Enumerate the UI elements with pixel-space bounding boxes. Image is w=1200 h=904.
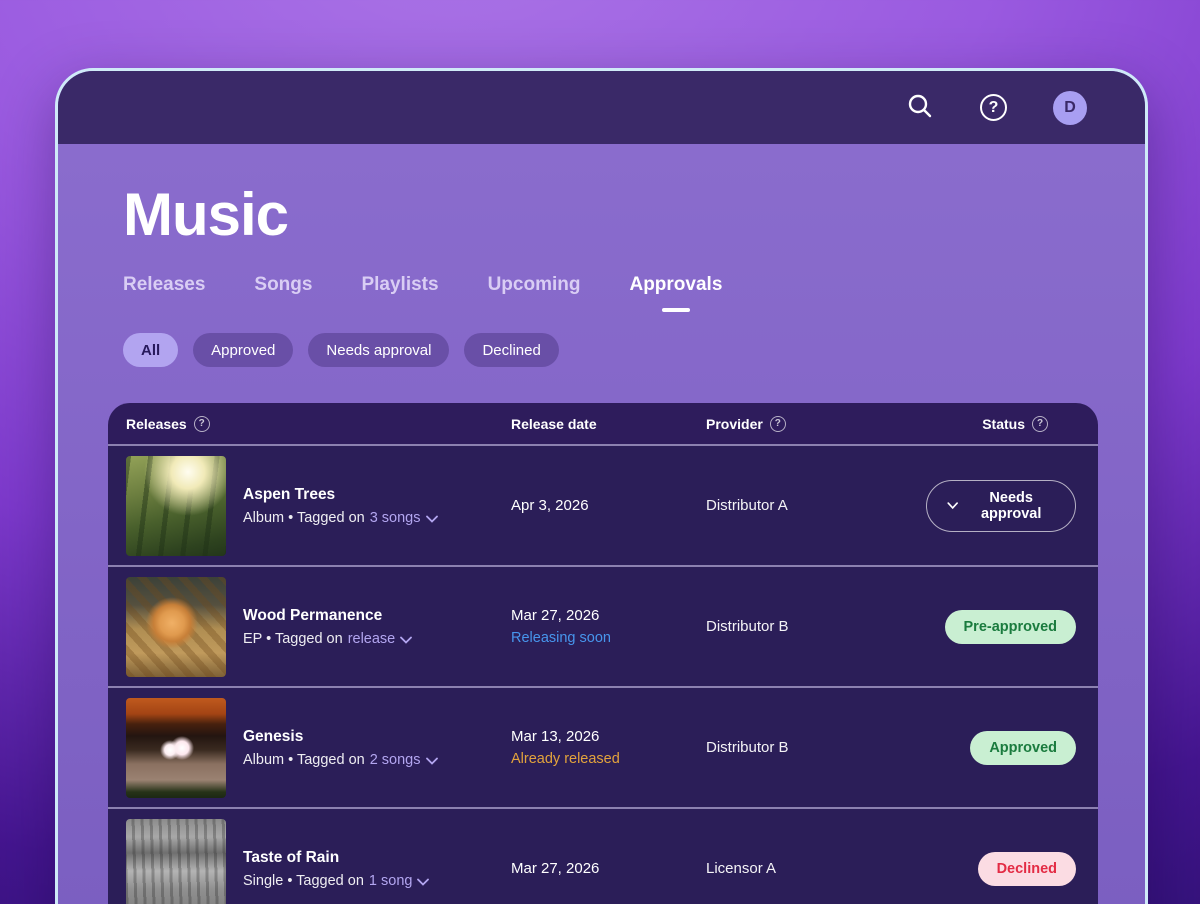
table-row: Taste of Rain Single • Tagged on 1 song … xyxy=(108,807,1098,904)
tab-upcoming[interactable]: Upcoming xyxy=(488,274,581,312)
filter-chip-approved[interactable]: Approved xyxy=(193,333,293,367)
release-subtitle: Single • Tagged on 1 song xyxy=(243,873,429,889)
release-date: Mar 27, 2026 xyxy=(511,860,706,877)
release-type: Album • Tagged on xyxy=(243,510,365,526)
release-artwork xyxy=(126,698,226,798)
app-window: ? D Music Releases Songs Playlists Upcom… xyxy=(55,68,1148,904)
chevron-down-icon xyxy=(426,757,438,765)
chevron-down-icon xyxy=(947,501,958,510)
provider-name: Distributor A xyxy=(706,497,926,514)
release-date: Mar 13, 2026 xyxy=(511,728,706,745)
releases-help-icon[interactable]: ? xyxy=(194,416,210,432)
filter-chip-all[interactable]: All xyxy=(123,333,178,367)
table-row: Wood Permanence EP • Tagged on release M… xyxy=(108,565,1098,686)
release-cell: Genesis Album • Tagged on 2 songs xyxy=(126,698,511,798)
search-button[interactable] xyxy=(906,92,934,123)
user-avatar[interactable]: D xyxy=(1053,91,1087,125)
tab-bar: Releases Songs Playlists Upcoming Approv… xyxy=(123,274,1097,312)
table-row: Aspen Trees Album • Tagged on 3 songs Ap… xyxy=(108,444,1098,565)
release-date-note: Releasing soon xyxy=(511,630,706,646)
page-title: Music xyxy=(123,182,1097,248)
chevron-down-icon xyxy=(400,636,412,644)
status-cell: Approved xyxy=(970,731,1076,765)
release-date-cell: Mar 27, 2026 xyxy=(511,860,706,877)
status-cell: Needs approval xyxy=(926,480,1076,532)
filter-chip-needs-approval[interactable]: Needs approval xyxy=(308,333,449,367)
release-title: Genesis xyxy=(243,728,438,746)
page-content: Music Releases Songs Playlists Upcoming … xyxy=(58,144,1145,904)
help-icon: ? xyxy=(980,94,1007,121)
release-subtitle: EP • Tagged on release xyxy=(243,631,412,647)
release-title: Taste of Rain xyxy=(243,849,429,867)
provider-help-icon[interactable]: ? xyxy=(770,416,786,432)
help-button[interactable]: ? xyxy=(980,94,1007,121)
tagged-songs-link[interactable]: 2 songs xyxy=(370,752,438,768)
release-artwork xyxy=(126,819,226,904)
column-header-release-date: Release date xyxy=(511,416,706,432)
table-header: Releases ? Release date Provider ? Statu… xyxy=(108,403,1098,444)
release-date-note: Already released xyxy=(511,751,706,767)
column-header-status: Status ? xyxy=(926,416,1076,432)
release-type: EP • Tagged on xyxy=(243,631,343,647)
tagged-release-link[interactable]: release xyxy=(348,631,413,647)
release-cell: Aspen Trees Album • Tagged on 3 songs xyxy=(126,456,511,556)
release-cell: Taste of Rain Single • Tagged on 1 song xyxy=(126,819,511,904)
tab-songs[interactable]: Songs xyxy=(254,274,312,312)
tab-releases[interactable]: Releases xyxy=(123,274,205,312)
release-date-cell: Mar 27, 2026 Releasing soon xyxy=(511,607,706,646)
tab-approvals[interactable]: Approvals xyxy=(629,274,722,312)
column-header-releases: Releases ? xyxy=(126,416,511,432)
tagged-song-link[interactable]: 1 song xyxy=(369,873,430,889)
provider-name: Licensor A xyxy=(706,860,926,877)
release-title: Aspen Trees xyxy=(243,486,438,504)
provider-name: Distributor B xyxy=(706,618,926,635)
column-header-provider: Provider ? xyxy=(706,416,926,432)
release-artwork xyxy=(126,577,226,677)
status-badge: Declined xyxy=(978,852,1076,886)
top-bar: ? D xyxy=(58,71,1145,144)
search-icon xyxy=(906,92,934,123)
status-cell: Pre-approved xyxy=(945,610,1076,644)
tagged-songs-link[interactable]: 3 songs xyxy=(370,510,438,526)
status-dropdown-button[interactable]: Needs approval xyxy=(926,480,1076,532)
release-cell: Wood Permanence EP • Tagged on release xyxy=(126,577,511,677)
provider-name: Distributor B xyxy=(706,739,926,756)
status-filter-chips: All Approved Needs approval Declined xyxy=(123,333,1097,367)
filter-chip-declined[interactable]: Declined xyxy=(464,333,558,367)
release-date-cell: Apr 3, 2026 xyxy=(511,497,706,514)
release-type: Single • Tagged on xyxy=(243,873,364,889)
release-subtitle: Album • Tagged on 2 songs xyxy=(243,752,438,768)
tab-playlists[interactable]: Playlists xyxy=(361,274,438,312)
status-help-icon[interactable]: ? xyxy=(1032,416,1048,432)
table-row: Genesis Album • Tagged on 2 songs Mar 13… xyxy=(108,686,1098,807)
release-date: Mar 27, 2026 xyxy=(511,607,706,624)
chevron-down-icon xyxy=(426,515,438,523)
chevron-down-icon xyxy=(417,878,429,886)
release-artwork xyxy=(126,456,226,556)
approvals-table: Releases ? Release date Provider ? Statu… xyxy=(108,403,1098,904)
release-type: Album • Tagged on xyxy=(243,752,365,768)
release-date-cell: Mar 13, 2026 Already released xyxy=(511,728,706,767)
status-cell: Declined xyxy=(978,852,1076,886)
status-badge: Approved xyxy=(970,731,1076,765)
release-title: Wood Permanence xyxy=(243,607,412,625)
release-subtitle: Album • Tagged on 3 songs xyxy=(243,510,438,526)
release-date: Apr 3, 2026 xyxy=(511,497,706,514)
status-badge: Pre-approved xyxy=(945,610,1076,644)
